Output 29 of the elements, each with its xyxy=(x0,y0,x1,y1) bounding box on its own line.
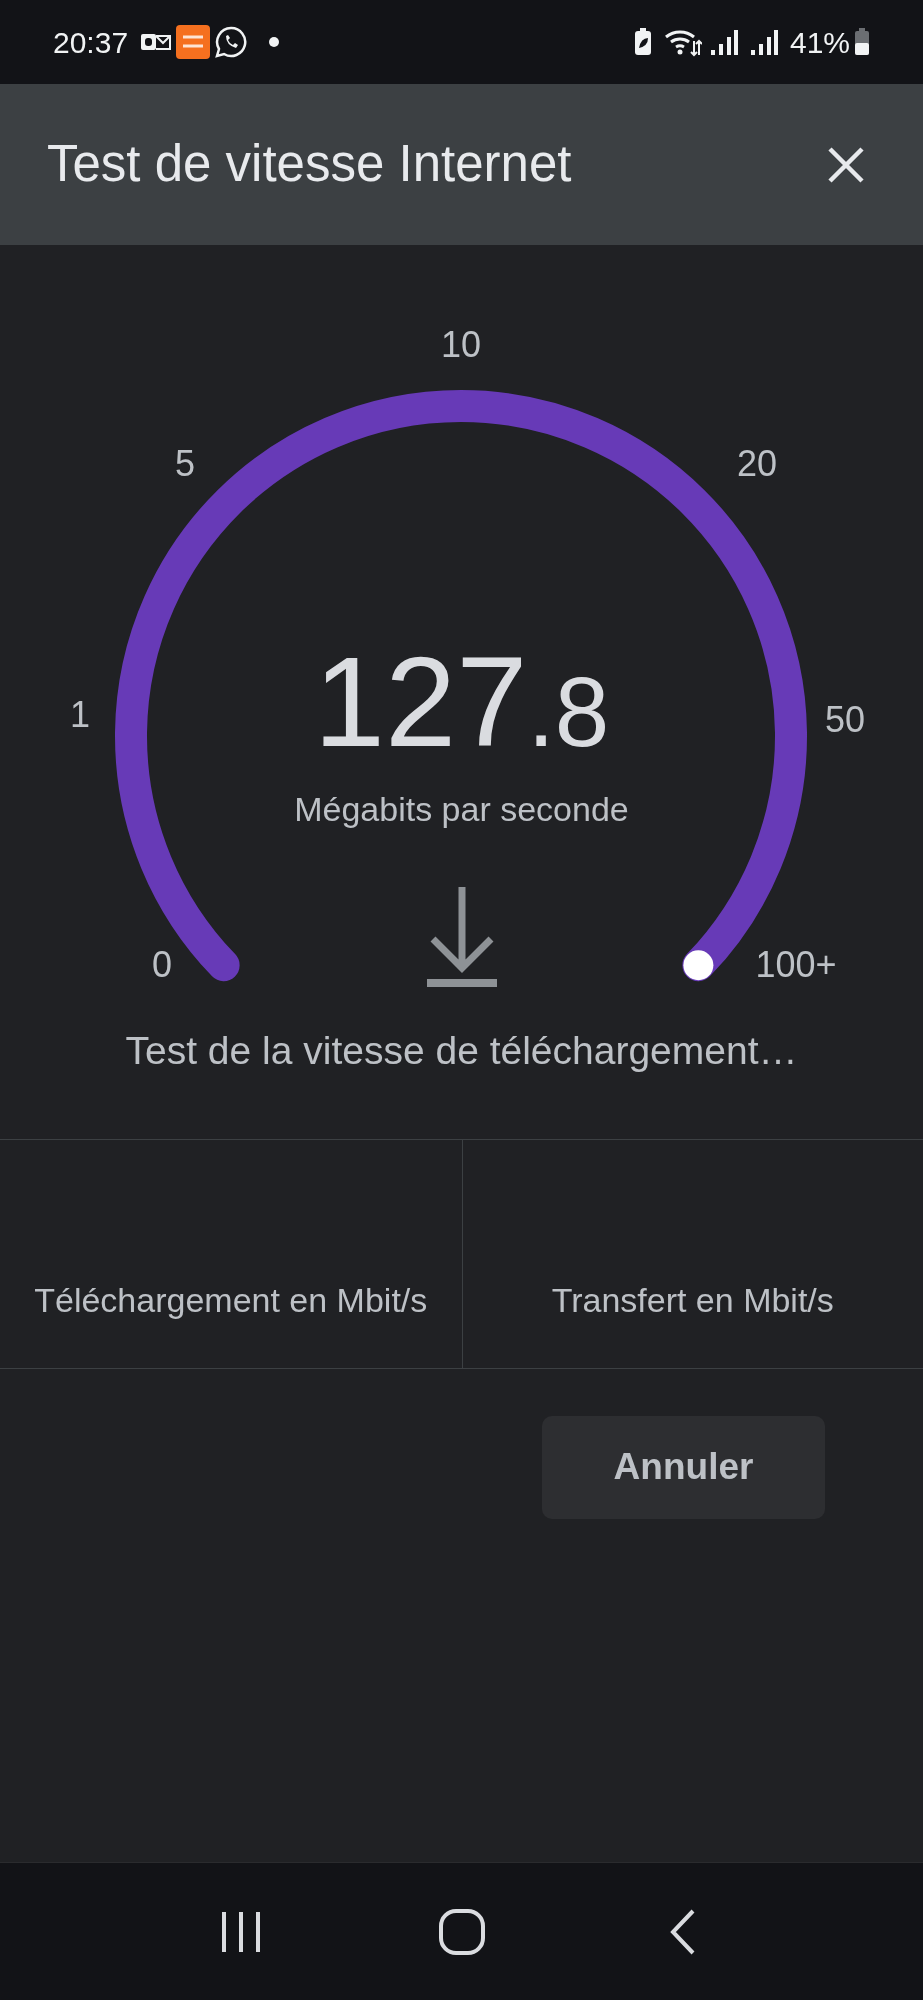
gauge-tick-label: 5 xyxy=(175,446,195,482)
app-icon xyxy=(176,25,211,59)
result-label: Transfert en Mbit/s xyxy=(551,1279,834,1321)
back-icon xyxy=(669,1908,696,1955)
home-icon xyxy=(438,1908,485,1955)
cancel-button[interactable]: Annuler xyxy=(542,1415,825,1519)
gauge-thumb xyxy=(683,950,714,981)
header-title: Test de vitesse Internet xyxy=(47,134,573,195)
result-label: Téléchargement en Mbit/s xyxy=(34,1279,428,1321)
signal-icon xyxy=(709,28,738,56)
chat-icon xyxy=(214,25,249,59)
gauge-tick-label: 100+ xyxy=(755,947,837,983)
gauge-tick-label: 1 xyxy=(70,697,90,733)
gauge-tick-label: 0 xyxy=(152,947,172,983)
signal-icon xyxy=(749,28,778,56)
battery-saver-icon xyxy=(633,28,652,56)
dot-icon xyxy=(268,36,281,48)
download-icon xyxy=(426,887,497,987)
gauge-tick-label: 10 xyxy=(441,327,481,363)
speed-value: 127.8 xyxy=(313,638,610,766)
gauge-tick-label: 50 xyxy=(825,702,865,738)
battery-icon xyxy=(854,28,870,56)
close-icon xyxy=(826,144,866,185)
gauge-tick-label: 20 xyxy=(737,446,777,482)
battery-percentage: 41% xyxy=(789,24,850,61)
recent-apps-icon xyxy=(219,1909,262,1954)
speed-unit: Mégabits par seconde xyxy=(294,789,629,830)
status-message: Test de la vitesse de téléchargement… xyxy=(124,1028,799,1074)
clock: 20:37 xyxy=(53,24,129,61)
